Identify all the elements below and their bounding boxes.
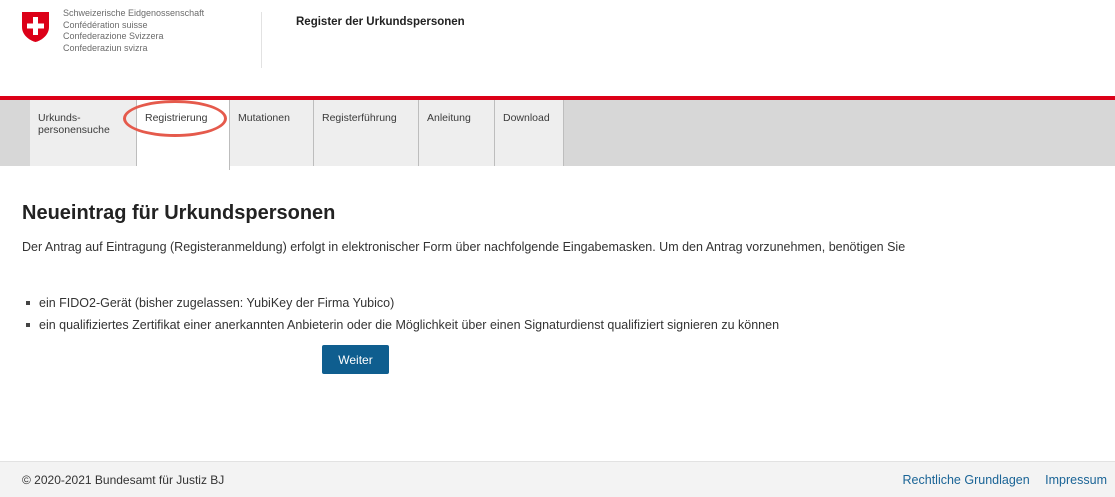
legal-basis-link[interactable]: Rechtliche Grundlagen [903, 473, 1030, 487]
confederation-line: Confederazione Svizzera [63, 31, 164, 41]
list-item: ein qualifiziertes Zertifikat einer aner… [26, 314, 779, 336]
footer: © 2020-2021 Bundesamt für Justiz BJ Rech… [0, 461, 1115, 497]
app-title: Register der Urkundspersonen [296, 16, 465, 28]
confederation-line: Schweizerische Eidgenossenschaft [63, 8, 205, 18]
confederation-name: Schweizerische Eidgenossenschaft Confédé… [63, 8, 204, 54]
next-button[interactable]: Weiter [322, 345, 389, 374]
copyright-text: © 2020-2021 Bundesamt für Justiz BJ [22, 473, 225, 487]
confederation-line: Confederaziun svizra [63, 42, 148, 53]
list-item: ein FIDO2-Gerät (bisher zugelassen: Yubi… [26, 292, 779, 314]
nav-tabs: Urkunds-personensuche Registrierung Muta… [30, 100, 564, 170]
footer-links: Rechtliche Grundlagen Impressum [891, 473, 1107, 487]
tab-mutationen[interactable]: Mutationen [230, 100, 314, 166]
tab-urkundspersonensuche[interactable]: Urkunds-personensuche [30, 100, 137, 166]
swiss-cross-shield-icon [22, 12, 49, 42]
tab-download[interactable]: Download [495, 100, 564, 166]
imprint-link[interactable]: Impressum [1045, 473, 1107, 487]
header-divider [261, 12, 262, 68]
intro-text: Der Antrag auf Eintragung (Registeranmel… [22, 240, 906, 254]
tab-registrierung[interactable]: Registrierung [137, 100, 230, 170]
requirements-list: ein FIDO2-Gerät (bisher zugelassen: Yubi… [26, 292, 779, 336]
tab-anleitung[interactable]: Anleitung [419, 100, 495, 166]
confederation-line: Confédération suisse [63, 19, 148, 30]
page-title: Neueintrag für Urkundspersonen [22, 202, 336, 224]
tab-registerfuehrung[interactable]: Registerführung [314, 100, 419, 166]
